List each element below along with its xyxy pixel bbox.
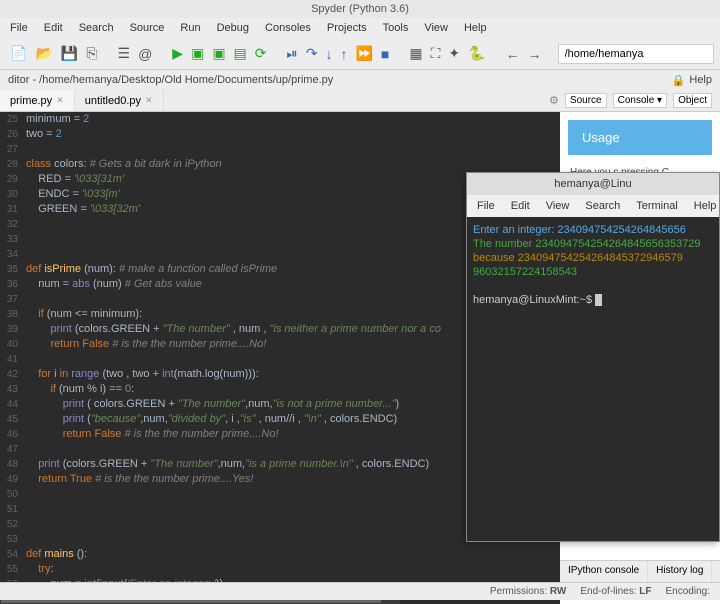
tab-prime[interactable]: prime.py✕: [0, 90, 75, 111]
gear-icon[interactable]: ⚙: [549, 94, 559, 107]
term-menu-edit[interactable]: Edit: [511, 200, 530, 212]
step-into-icon[interactable]: ↓: [325, 45, 332, 63]
close-icon[interactable]: ✕: [145, 95, 153, 106]
terminal-menubar: File Edit View Search Terminal Help: [467, 195, 719, 217]
run-cell-advance-icon[interactable]: ▣: [212, 45, 225, 63]
terminal-title: hemanya@Linu: [467, 173, 719, 195]
menu-search[interactable]: Search: [79, 22, 114, 34]
at-icon[interactable]: @: [138, 45, 152, 63]
step-out-icon[interactable]: ↑: [340, 45, 347, 63]
close-icon[interactable]: ✕: [56, 95, 64, 106]
run-selection-icon[interactable]: ▤: [234, 45, 247, 63]
toolbar: 📄 📂 💾 ⎘ ☰ @ ▶ ▣ ▣ ▤ ⟳ ⏯ ↷ ↓ ↑ ⏩ ■ ▦ ⛶ ✦ …: [0, 38, 720, 70]
debug-icon[interactable]: ⏯: [287, 45, 298, 63]
tab-bar: prime.py✕ untitled0.py✕ ⚙ Source Console…: [0, 90, 720, 112]
status-bar: Permissions: RW End-of-lines: LF Encodin…: [0, 582, 720, 600]
terminal-window[interactable]: hemanya@Linu File Edit View Search Terminal H…: [466, 172, 720, 542]
terminal-output[interactable]: Enter an integer: 234094754254264845656 …: [467, 217, 719, 313]
menu-projects[interactable]: Projects: [327, 22, 367, 34]
lock-icon[interactable]: 🔒: [672, 74, 686, 87]
sub-bar: ditor - /home/hemanya/Desktop/Old Home/D…: [0, 70, 720, 90]
step-icon[interactable]: ↷: [306, 45, 318, 63]
term-menu-help[interactable]: Help: [694, 200, 717, 212]
maximize-icon[interactable]: ⛶: [431, 45, 441, 63]
object-button[interactable]: Object: [673, 93, 712, 108]
tab-untitled[interactable]: untitled0.py✕: [75, 90, 164, 111]
term-menu-search[interactable]: Search: [585, 200, 620, 212]
grid-icon[interactable]: ▦: [409, 45, 422, 63]
menu-tools[interactable]: Tools: [383, 22, 409, 34]
usage-header: Usage: [568, 120, 712, 155]
run-icon[interactable]: ▶: [172, 45, 183, 63]
menu-debug[interactable]: Debug: [217, 22, 249, 34]
editor-path: ditor - /home/hemanya/Desktop/Old Home/D…: [0, 74, 664, 86]
window-title: Spyder (Python 3.6): [0, 0, 720, 18]
open-icon[interactable]: 📂: [35, 45, 52, 63]
list-icon[interactable]: ☰: [118, 45, 131, 63]
help-label: Help: [689, 74, 712, 86]
settings-icon[interactable]: ✦: [448, 45, 460, 63]
forward-icon[interactable]: →: [528, 45, 542, 63]
run-cell-icon[interactable]: ▣: [191, 45, 204, 63]
menu-help[interactable]: Help: [464, 22, 487, 34]
ipython-tab[interactable]: IPython console: [560, 561, 648, 582]
menubar: File Edit Search Source Run Debug Consoles Proj…: [0, 18, 720, 38]
console-select[interactable]: Console ▾: [613, 93, 668, 108]
term-menu-terminal[interactable]: Terminal: [636, 200, 678, 212]
source-button[interactable]: Source: [565, 93, 607, 108]
history-tab[interactable]: History log: [648, 561, 712, 582]
save-all-icon[interactable]: ⎘: [86, 45, 97, 63]
back-icon[interactable]: ←: [506, 45, 520, 63]
python-icon[interactable]: 🐍: [468, 45, 485, 63]
menu-view[interactable]: View: [424, 22, 448, 34]
rerun-icon[interactable]: ⟳: [255, 45, 267, 63]
working-dir-input[interactable]: [558, 44, 714, 64]
new-file-icon[interactable]: 📄: [10, 45, 27, 63]
menu-file[interactable]: File: [10, 22, 28, 34]
term-menu-file[interactable]: File: [477, 200, 495, 212]
bottom-tabs: IPython console History log: [560, 560, 720, 582]
menu-run[interactable]: Run: [180, 22, 200, 34]
term-menu-view[interactable]: View: [546, 200, 570, 212]
menu-source[interactable]: Source: [130, 22, 165, 34]
menu-consoles[interactable]: Consoles: [265, 22, 311, 34]
save-icon[interactable]: 💾: [61, 45, 78, 63]
menu-edit[interactable]: Edit: [44, 22, 63, 34]
stop-debug-icon[interactable]: ■: [381, 45, 389, 63]
continue-icon[interactable]: ⏩: [355, 45, 372, 63]
